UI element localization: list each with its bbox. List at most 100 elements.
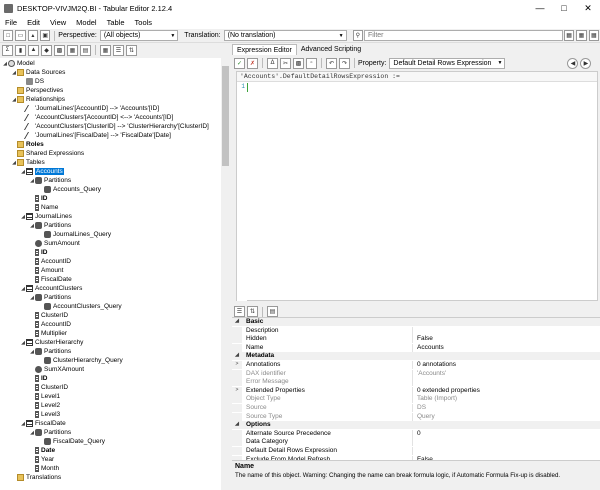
property-row[interactable]: Error Message — [232, 378, 600, 387]
property-value[interactable]: 0 extended properties — [413, 387, 480, 395]
property-row[interactable]: > Annotations 0 annotations — [232, 361, 600, 369]
property-value[interactable]: 0 annotations — [413, 361, 456, 369]
property-row[interactable]: Data Category — [232, 438, 600, 447]
tree-item[interactable]: 'JournalLines'[FiscalDate] --> 'FiscalDa… — [20, 131, 171, 140]
hierarchy-icon[interactable]: ▲ — [28, 44, 39, 56]
open-icon[interactable]: ▭ — [15, 30, 26, 41]
maximize-icon[interactable]: □ — [552, 0, 576, 16]
property-value[interactable]: Accounts — [413, 344, 444, 352]
dax-format-icon[interactable]: Δ — [267, 57, 278, 69]
tree-item[interactable]: ◢ Accounts — [20, 167, 64, 176]
property-pages-icon[interactable]: ▤ — [267, 306, 278, 317]
tree-item[interactable]: ID — [29, 194, 48, 203]
property-value[interactable] — [413, 327, 417, 335]
tree-item[interactable]: Amount — [29, 266, 63, 275]
tree-item[interactable]: ◢ Tables — [11, 158, 45, 167]
tree-item[interactable]: Date — [29, 446, 55, 455]
property-row[interactable]: Source Type Query — [232, 412, 600, 421]
tree-item[interactable]: ClusterHierarchy_Query — [38, 356, 123, 365]
forward-icon[interactable]: ▶ — [580, 57, 592, 69]
close-icon[interactable]: ✕ — [576, 0, 600, 16]
property-category[interactable]: ◢ Basic — [232, 318, 600, 326]
back-icon[interactable]: ◀ — [567, 57, 579, 69]
filter-input[interactable]: Filter — [363, 30, 563, 41]
tree-scrollbar-thumb[interactable] — [222, 66, 229, 166]
tree-item[interactable]: Name — [29, 203, 58, 212]
view-toggle-icon[interactable]: ▦ — [563, 30, 575, 41]
property-row[interactable]: Hidden False — [232, 335, 600, 344]
tree-item[interactable]: Perspectives — [11, 86, 63, 95]
property-value[interactable]: 0 — [413, 430, 421, 438]
sigma-icon[interactable]: Σ — [2, 44, 13, 56]
tree-item[interactable]: JournalLines_Query — [38, 230, 111, 239]
tree-item[interactable]: FiscalDate_Query — [38, 437, 105, 446]
folder-icon[interactable]: ▤ — [80, 44, 91, 56]
property-value[interactable]: False — [413, 335, 433, 343]
menu-tools[interactable]: Tools — [130, 18, 158, 27]
menu-edit[interactable]: Edit — [22, 18, 45, 27]
tree-item[interactable]: Level2 — [29, 401, 60, 410]
expression-editor[interactable]: 'Accounts'.DefaultDetailRowsExpression :… — [236, 71, 598, 301]
tab-advanced-scripting[interactable]: Advanced Scripting — [297, 44, 365, 55]
property-row[interactable]: > Extended Properties 0 extended propertie… — [232, 386, 600, 395]
collapse-icon[interactable]: ◢ — [232, 421, 242, 430]
tree-item[interactable]: ◢ FiscalDate — [20, 419, 66, 428]
expand-icon[interactable]: > — [232, 386, 242, 395]
tree-item[interactable]: ◢ Partitions — [29, 293, 71, 302]
view-toggle-icon-2[interactable]: ▦ — [576, 30, 587, 41]
tree-item[interactable]: 'AccountClusters'[ClusterID] --> 'Cluste… — [20, 122, 209, 131]
tree-item[interactable]: Translations — [11, 473, 61, 482]
tree-item[interactable]: ◢ Partitions — [29, 428, 71, 437]
tree-item[interactable]: ◢ Model — [2, 59, 35, 68]
tree-item[interactable]: SumAmount — [29, 239, 80, 248]
property-row[interactable]: Object Type Table (Import) — [232, 395, 600, 404]
property-row[interactable]: DAX identifier 'Accounts' — [232, 369, 600, 378]
deploy-icon[interactable]: ▴ — [27, 30, 39, 41]
tree-item[interactable]: Level1 — [29, 392, 60, 401]
property-category[interactable]: ◢ Metadata — [232, 352, 600, 361]
save-icon[interactable]: ▣ — [40, 30, 51, 41]
tree-item[interactable]: ◢ Partitions — [29, 176, 71, 185]
property-value[interactable] — [413, 438, 417, 446]
tree-item[interactable]: FiscalDate — [29, 275, 72, 284]
tree-item[interactable]: ◢ JournalLines — [20, 212, 72, 221]
model-tree[interactable]: ◢ Model ◢ Data Sources DS Perspectives ◢ Relati… — [0, 58, 221, 490]
new-model-icon[interactable]: □ — [3, 30, 14, 41]
tree-item[interactable]: Shared Expressions — [11, 149, 84, 158]
tree-item[interactable]: Year — [29, 455, 54, 464]
tree-item[interactable]: ◢ Relationships — [11, 95, 65, 104]
cancel-icon[interactable]: ✗ — [247, 57, 258, 69]
tree-item[interactable]: ClusterID — [29, 383, 68, 392]
list-icon[interactable]: ☰ — [113, 44, 124, 56]
property-row[interactable]: Description — [232, 326, 600, 335]
expand-icon[interactable]: > — [232, 361, 242, 369]
tree-item[interactable]: ◢ Partitions — [29, 347, 71, 356]
property-dropdown[interactable]: Default Detail Rows Expression ▼ — [389, 57, 506, 69]
tree-item[interactable]: ID — [29, 248, 48, 257]
tree-item[interactable]: ClusterID — [29, 311, 68, 320]
partition-icon[interactable]: ◆ — [41, 44, 52, 56]
tree-item[interactable]: ◢ ClusterHierarchy — [20, 338, 83, 347]
tree-item[interactable]: Roles — [11, 140, 44, 149]
tree-item[interactable]: ◢ Partitions — [29, 221, 71, 230]
tree-item[interactable]: ◢ AccountClusters — [20, 284, 82, 293]
menu-view[interactable]: View — [45, 18, 71, 27]
property-category[interactable]: ◢ Options — [232, 421, 600, 430]
menu-model[interactable]: Model — [71, 18, 101, 27]
tree-item[interactable]: Accounts_Query — [38, 185, 101, 194]
cut-icon[interactable]: ✂ — [280, 57, 291, 69]
perspective-dropdown[interactable]: (All objects) ▼ — [99, 30, 179, 41]
column-icon[interactable]: ▮ — [15, 44, 26, 56]
tree-item[interactable]: ID — [29, 374, 48, 383]
property-row[interactable]: Default Detail Rows Expression — [232, 447, 600, 455]
tree-item[interactable]: SumXAmount — [29, 365, 84, 374]
tree-scrollbar[interactable] — [221, 58, 230, 490]
tree-item[interactable]: AccountClusters_Query — [38, 302, 122, 311]
tree-item[interactable]: 'AccountClusters'[AccountID] <--> 'Accou… — [20, 113, 173, 122]
accept-icon[interactable]: ✓ — [234, 57, 245, 69]
copy-icon[interactable]: ▩ — [293, 57, 304, 69]
collapse-icon[interactable]: ◢ — [232, 352, 242, 361]
menu-table[interactable]: Table — [102, 18, 130, 27]
collapse-icon[interactable]: ◢ — [232, 318, 242, 326]
tree-item[interactable]: DS — [20, 77, 44, 86]
